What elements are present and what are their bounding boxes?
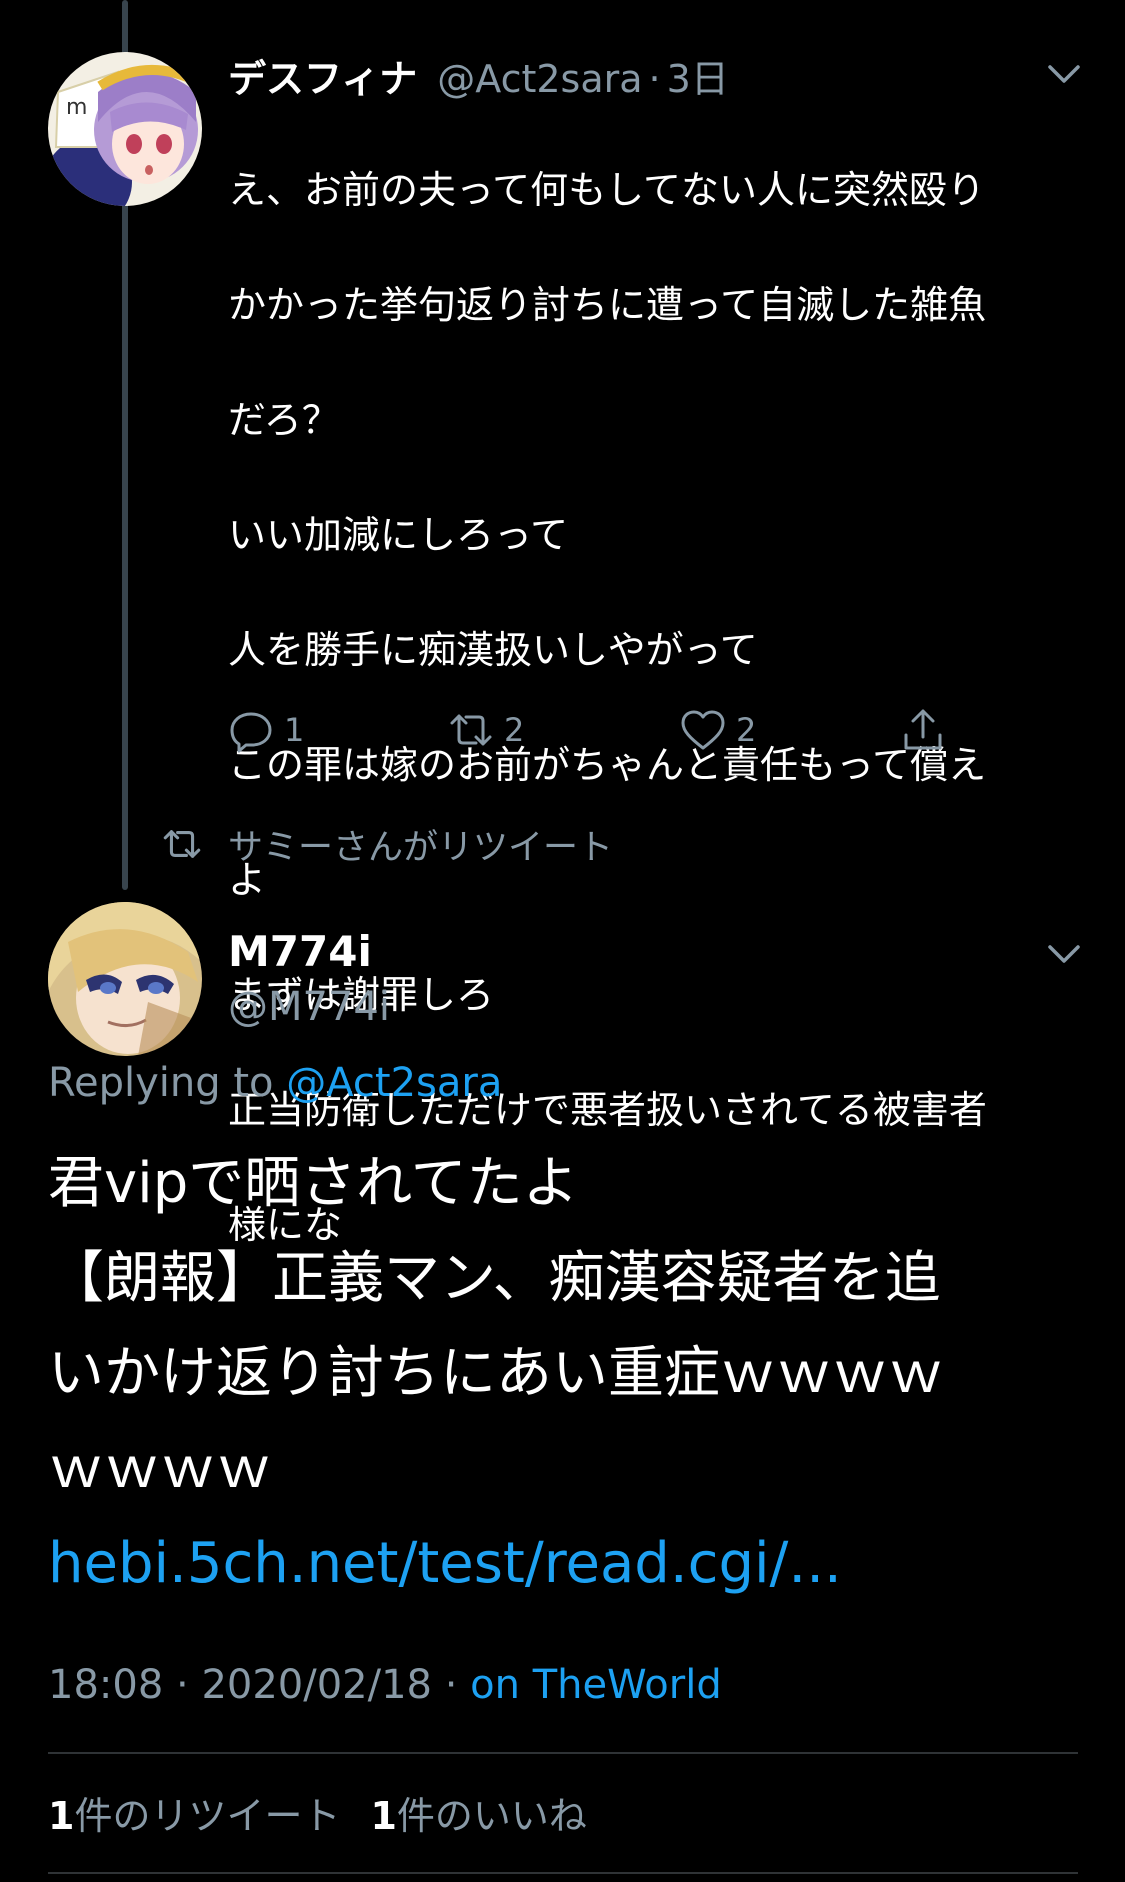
- retweets-count: 1: [48, 1794, 75, 1838]
- tweet-time: 18:08: [48, 1662, 164, 1708]
- tweet-text-line: いかけ返り討ちにあい重症ｗｗｗｗ: [48, 1341, 944, 1406]
- user-handle[interactable]: @Act2sara: [437, 57, 642, 101]
- tweet-text-line: いい加減にしろって: [228, 512, 569, 557]
- tweet-link[interactable]: hebi.5ch.net/test/read.cgi/...: [48, 1516, 1088, 1611]
- tweet-timestamp: 18:08 · 2020/02/18 · on TheWorld: [48, 1662, 722, 1708]
- reply-button[interactable]: 1: [226, 700, 304, 760]
- tweet-text-line: かかった挙句返り討ちに遭って自滅した雑魚: [228, 282, 987, 327]
- retweet-count: 2: [504, 711, 525, 749]
- chevron-down-icon[interactable]: [1042, 932, 1086, 976]
- retweets-label: 件のリツイート: [74, 1794, 341, 1838]
- retweets-stat[interactable]: 1件のリツイート: [48, 1794, 340, 1838]
- avatar[interactable]: m: [48, 52, 202, 206]
- chevron-down-icon[interactable]: [1042, 52, 1086, 96]
- tweet-text: 君vipで晒されてたよ 【朗報】正義マン、痴漢容疑者を追 いかけ返り討ちにあい重…: [48, 1136, 1088, 1611]
- avatar-image-m774i: [48, 902, 202, 1056]
- divider: [48, 1872, 1078, 1874]
- source-app-link[interactable]: TheWorld: [533, 1662, 722, 1708]
- avatar-image-desufina: m: [48, 52, 202, 206]
- user-handle[interactable]: @M774i: [228, 984, 390, 1030]
- likes-label: 件のいいね: [396, 1794, 587, 1838]
- tweet-time[interactable]: 3日: [667, 48, 729, 103]
- tweet-actions: 1 2 2: [226, 700, 966, 760]
- tweet-text-line: 君vipで晒されてたよ: [48, 1151, 579, 1216]
- tweet-text-line: 【朗報】正義マン、痴漢容疑者を追: [48, 1246, 941, 1311]
- retweet-button[interactable]: 2: [446, 700, 524, 760]
- tweet-text-line: ｗｗｗｗ: [48, 1436, 272, 1501]
- likes-stat[interactable]: 1件のいいね: [370, 1794, 586, 1838]
- retweeted-by-context[interactable]: サミーさんがリツイート: [160, 820, 613, 868]
- replying-to-handle-link[interactable]: @Act2sara: [286, 1060, 502, 1106]
- retweet-icon: [163, 830, 201, 858]
- retweeted-by-text: サミーさんがリツイート: [228, 827, 614, 868]
- like-count: 2: [736, 711, 757, 749]
- separator-dot: ·: [176, 1662, 189, 1708]
- source-prefix: on: [470, 1662, 520, 1708]
- reply-count: 1: [284, 711, 305, 749]
- tweet-text-line: え、お前の夫って何もしてない人に突然殴り: [228, 167, 985, 212]
- replying-to: Replying to @Act2sara: [48, 1060, 502, 1106]
- heart-icon: [681, 710, 725, 750]
- separator-dot: ·: [444, 1662, 458, 1708]
- tweet-stats: 1件のリツイート 1件のいいね: [48, 1785, 587, 1840]
- reply-icon: [230, 712, 272, 753]
- like-button[interactable]: 2: [678, 700, 756, 760]
- replying-to-prefix: Replying to: [48, 1060, 274, 1106]
- separator-dot: ·: [648, 57, 661, 101]
- tweet-text-line: だろ？: [228, 397, 340, 442]
- svg-text:m: m: [66, 95, 87, 120]
- tweet-text-line: 人を勝手に痴漢扱いしやがって: [228, 627, 758, 672]
- display-name[interactable]: M774i: [228, 927, 372, 976]
- retweet-icon: [450, 714, 492, 746]
- display-name[interactable]: デスフィナ: [228, 48, 417, 103]
- tweet-header: デスフィナ @Act2sara · 3日: [228, 48, 729, 103]
- divider: [48, 1752, 1078, 1754]
- share-icon: [904, 709, 942, 750]
- likes-count: 1: [370, 1794, 397, 1838]
- share-button[interactable]: [898, 700, 948, 760]
- avatar[interactable]: [48, 902, 202, 1056]
- tweet-date: 2020/02/18: [201, 1662, 432, 1708]
